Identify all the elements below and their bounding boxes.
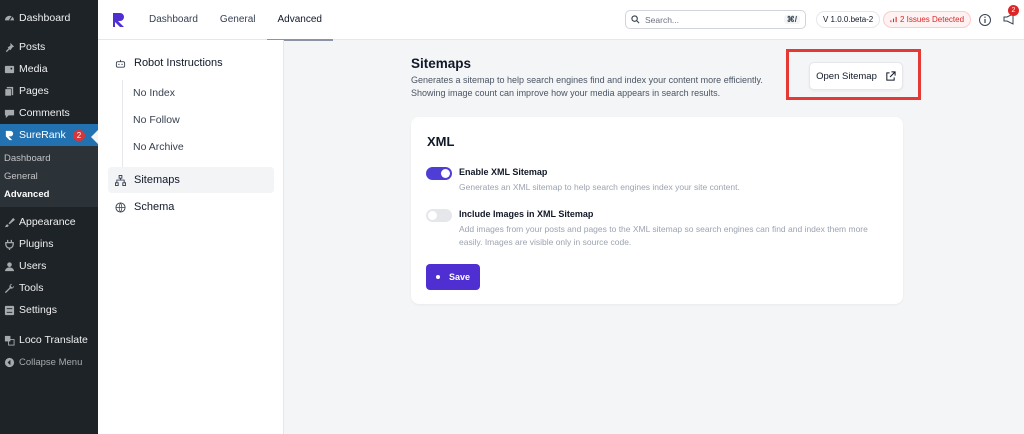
wp-submenu-general[interactable]: General [0,167,98,185]
collapse-icon [4,357,15,368]
pages-icon [4,86,15,97]
dot-icon [435,275,440,279]
signal-icon [890,16,897,23]
surerank-logo-icon[interactable] [112,12,126,28]
version-badge: V 1.0.0.beta-2 [816,11,881,28]
nav-no-follow[interactable]: No Follow [133,114,180,126]
wrench-icon [4,283,15,294]
plugin-topbar: Dashboard General Advanced Search... ⌘/ … [98,0,1024,41]
surerank-badge: 2 [72,129,86,141]
notification-badge: 2 [1008,5,1019,16]
search-placeholder: Search... [645,14,680,25]
surerank-logo-icon [4,130,15,141]
translate-icon [4,335,15,346]
wp-menu-appearance[interactable]: Appearance [0,211,98,233]
wp-menu-tools[interactable]: Tools [0,277,98,299]
dashboard-icon [4,13,15,24]
nav-sitemaps[interactable]: Sitemaps [108,167,274,193]
include-images-toggle[interactable] [426,209,452,222]
wp-submenu-advanced[interactable]: Advanced [0,185,98,203]
xml-card: XML Enable XML Sitemap Generates an XML … [411,117,903,304]
toggle-knob [428,211,437,220]
wp-submenu: Dashboard General Advanced [0,146,98,207]
comments-icon [4,108,15,119]
wp-submenu-dashboard[interactable]: Dashboard [0,149,98,167]
issues-badge[interactable]: 2 Issues Detected [883,11,972,28]
nav-tree-line [122,80,123,176]
tab-general[interactable]: General [209,0,267,40]
wp-menu-pages[interactable]: Pages [0,80,98,102]
wp-collapse-menu[interactable]: Collapse Menu [0,351,98,373]
option-description: Generates an XML sitemap to help search … [459,182,740,192]
wp-menu-posts[interactable]: Posts [0,36,98,58]
pin-icon [4,42,15,53]
wp-menu-dashboard[interactable]: Dashboard [0,7,98,29]
media-icon [4,64,15,75]
nav-no-index[interactable]: No Index [133,87,175,99]
card-title: XML [427,134,455,149]
plug-icon [4,239,15,250]
wp-menu-plugins[interactable]: Plugins [0,233,98,255]
option-label: Enable XML Sitemap [459,167,548,177]
user-icon [4,261,15,272]
search-shortcut: ⌘/ [783,15,800,24]
nav-no-archive[interactable]: No Archive [133,141,184,153]
nav-schema[interactable]: Schema [108,194,274,220]
search-input[interactable]: Search... ⌘/ [625,10,806,29]
wp-menu-surerank[interactable]: SureRank 2 [0,124,98,146]
sitemap-icon [115,174,126,186]
page-title: Sitemaps [411,56,472,71]
wp-menu-comments[interactable]: Comments [0,102,98,124]
wp-menu-users[interactable]: Users [0,255,98,277]
wp-menu-media[interactable]: Media [0,58,98,80]
option-label: Include Images in XML Sitemap [459,209,594,219]
info-icon[interactable] [978,13,992,27]
enable-xml-sitemap-toggle[interactable] [426,167,452,180]
save-button[interactable]: Save [426,264,480,290]
tab-dashboard[interactable]: Dashboard [138,0,209,40]
nav-robot-instructions[interactable]: Robot Instructions [108,50,274,76]
settings-icon [4,305,15,316]
brush-icon [4,217,15,228]
wp-menu-settings[interactable]: Settings [0,299,98,321]
option-description: Add images from your posts and pages to … [459,224,868,247]
page-description: Generates a sitemap to help search engin… [411,75,763,98]
toggle-knob [441,169,450,178]
settings-nav: Robot Instructions No Index No Follow No… [98,40,284,434]
wp-menu-loco-translate[interactable]: Loco Translate [0,329,98,351]
wp-admin-sidebar: Dashboard Posts Media Pages Comments Sur… [0,0,98,434]
tab-advanced[interactable]: Advanced [266,0,334,41]
search-icon [631,15,640,24]
highlight-box [786,49,921,100]
robot-icon [115,59,126,68]
active-menu-arrow [91,130,98,144]
globe-icon [115,201,126,213]
